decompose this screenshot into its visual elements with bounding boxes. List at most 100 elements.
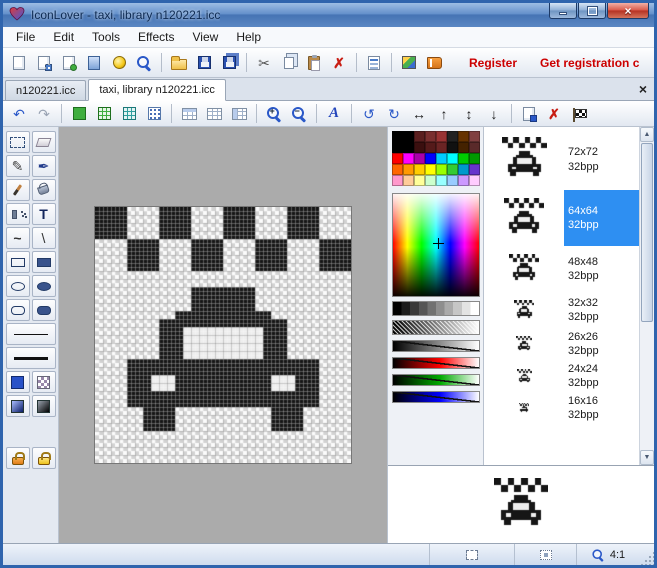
palette-swatch[interactable] xyxy=(469,142,480,153)
extract-icons-button[interactable] xyxy=(82,51,106,74)
get-registration-link[interactable]: Get registration c xyxy=(540,56,639,70)
redo-button[interactable]: ↷ xyxy=(32,102,56,125)
icon-size-item[interactable]: 64x64 32bpp xyxy=(484,190,639,246)
color-ball-button[interactable] xyxy=(107,51,131,74)
shift-down-button[interactable]: ↓ xyxy=(482,102,506,125)
title-bar[interactable]: IconLover - taxi, library n120221.icc × xyxy=(3,3,654,27)
pencil-tool[interactable]: ✎ xyxy=(5,155,30,177)
brush-tool[interactable] xyxy=(5,179,30,201)
open-button[interactable] xyxy=(167,51,191,74)
palette-swatch[interactable] xyxy=(458,175,469,186)
palette-swatch[interactable] xyxy=(469,164,480,175)
copy-button[interactable] xyxy=(277,51,301,74)
save-button[interactable] xyxy=(192,51,216,74)
icon-size-item[interactable]: 48x48 32bpp xyxy=(484,246,639,292)
red-channel-slider[interactable] xyxy=(392,357,480,369)
zoom-in-button[interactable]: + xyxy=(262,102,286,125)
fine-grid-button[interactable] xyxy=(117,102,141,125)
properties-button[interactable] xyxy=(362,51,386,74)
palette-swatch[interactable] xyxy=(436,175,447,186)
dot-grid-button[interactable] xyxy=(142,102,166,125)
luminosity-slider[interactable] xyxy=(392,340,480,352)
gradient-tool[interactable] xyxy=(5,395,30,417)
zoom-out-button[interactable]: − xyxy=(287,102,311,125)
shift-up-button[interactable]: ↑ xyxy=(432,102,456,125)
rounded-rect-tool[interactable] xyxy=(5,299,30,321)
lock-transparency-button[interactable] xyxy=(31,447,56,469)
palette-swatch[interactable] xyxy=(447,142,458,153)
palette-swatch[interactable] xyxy=(414,131,425,142)
menu-file[interactable]: File xyxy=(7,27,44,47)
grayscale-steps-bar[interactable] xyxy=(392,301,480,316)
palette-swatch[interactable] xyxy=(403,164,414,175)
test-icon-button[interactable] xyxy=(517,102,541,125)
palette-swatch[interactable] xyxy=(425,131,436,142)
dither-gradient-bar[interactable] xyxy=(392,320,480,335)
palette-swatch[interactable] xyxy=(392,175,403,186)
palette-swatch[interactable] xyxy=(403,153,414,164)
tab-n120221[interactable]: n120221.icc xyxy=(5,80,87,100)
palette-swatch[interactable] xyxy=(469,175,480,186)
scrollbar-track[interactable] xyxy=(640,142,654,450)
palette-swatch[interactable] xyxy=(447,164,458,175)
layout-column-button[interactable] xyxy=(227,102,251,125)
palette-swatch[interactable] xyxy=(436,153,447,164)
show-transparency-button[interactable] xyxy=(67,102,91,125)
menu-tools[interactable]: Tools xyxy=(83,27,129,47)
icon-size-item[interactable]: 32x32 32bpp xyxy=(484,292,639,328)
icon-size-item[interactable]: 72x72 32bpp xyxy=(484,129,639,190)
palette-swatch[interactable] xyxy=(458,164,469,175)
dark-gradient-tool[interactable] xyxy=(31,395,56,417)
flip-vertical-button[interactable]: ↕ xyxy=(457,102,481,125)
palette-swatch[interactable] xyxy=(414,164,425,175)
curve-tool[interactable]: ~ xyxy=(5,227,30,249)
show-grid-button[interactable] xyxy=(92,102,116,125)
rotate-right-button[interactable]: ↻ xyxy=(382,102,406,125)
ellipse-tool[interactable] xyxy=(5,275,30,297)
filled-rounded-rect-tool[interactable] xyxy=(31,299,56,321)
palette-swatch[interactable] xyxy=(392,153,403,164)
pixel-editor-canvas[interactable] xyxy=(94,206,352,464)
palette-swatch[interactable] xyxy=(425,142,436,153)
menu-effects[interactable]: Effects xyxy=(129,27,183,47)
scrollbar-thumb[interactable] xyxy=(641,143,653,322)
close-button[interactable]: × xyxy=(607,3,649,19)
palette-swatch[interactable] xyxy=(447,153,458,164)
blue-channel-slider[interactable] xyxy=(392,391,480,403)
minimize-button[interactable] xyxy=(549,3,577,19)
icon-size-item[interactable]: 16x16 32bpp xyxy=(484,392,639,424)
foreground-color-well[interactable] xyxy=(5,371,30,393)
palette-swatch[interactable] xyxy=(414,175,425,186)
pen-tool[interactable]: ✒ xyxy=(31,155,56,177)
palette-swatch[interactable] xyxy=(447,175,458,186)
line-width-thick[interactable] xyxy=(5,347,56,369)
palette-swatch[interactable] xyxy=(469,131,480,142)
undo-button[interactable]: ↶ xyxy=(7,102,31,125)
new-library-button[interactable] xyxy=(32,51,56,74)
palette-swatch[interactable] xyxy=(436,164,447,175)
line-tool[interactable]: \ xyxy=(31,227,56,249)
tab-taxi-library[interactable]: taxi, library n120221.icc xyxy=(88,79,226,101)
help-button[interactable] xyxy=(422,51,446,74)
text-tool[interactable]: T xyxy=(31,203,56,225)
palette-swatch[interactable] xyxy=(414,142,425,153)
palette-swatch[interactable] xyxy=(458,153,469,164)
filled-rectangle-tool[interactable] xyxy=(31,251,56,273)
palette-swatch[interactable] xyxy=(469,153,480,164)
paste-button[interactable] xyxy=(302,51,326,74)
delete-button[interactable]: ✗ xyxy=(327,51,351,74)
layout-header-button[interactable] xyxy=(177,102,201,125)
export-wizard-button[interactable] xyxy=(397,51,421,74)
palette-swatch[interactable] xyxy=(447,131,458,142)
scroll-up-button[interactable]: ▲ xyxy=(640,127,654,142)
transparent-color-well[interactable] xyxy=(31,371,56,393)
palette-swatch[interactable] xyxy=(403,175,414,186)
new-icon-button[interactable] xyxy=(7,51,31,74)
checker-flag-button[interactable] xyxy=(567,102,591,125)
menu-view[interactable]: View xyxy=(184,27,228,47)
palette-swatch[interactable] xyxy=(458,131,469,142)
rotate-left-button[interactable]: ↺ xyxy=(357,102,381,125)
eraser-tool[interactable] xyxy=(31,131,56,153)
layout-plain-button[interactable] xyxy=(202,102,226,125)
fill-tool[interactable] xyxy=(31,179,56,201)
